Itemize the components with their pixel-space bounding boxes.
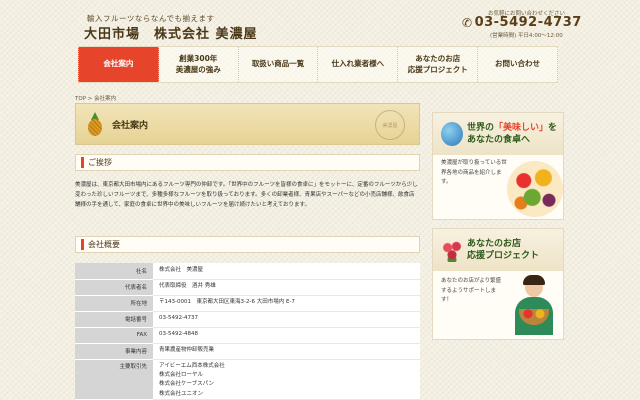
table-row: 社名 株式会社 美濃屋: [75, 263, 420, 280]
table-row: 主要取引先 アイビーエム西本株式会社 株式会社ローヤル 株式会社ケーブスパン 株…: [75, 359, 420, 400]
row-value: 株式会社 美濃屋: [153, 263, 420, 280]
nav-suppliers[interactable]: 仕入れ業者様へ: [318, 47, 399, 82]
phone-text: 03-5492-4737: [474, 15, 582, 30]
world-banner-text: 美濃屋が取り扱っている世界各地の商品を紹介します。: [441, 160, 507, 186]
fruit-platter-image: [507, 161, 563, 217]
world-banner-header: 世界の「美味しい」を あなたの食卓へ: [433, 113, 563, 155]
nav-strengths[interactable]: 創業300年 美濃屋の強み: [159, 47, 239, 82]
table-row: 所在地 〒143-0001 東京都大田区東海3-2-6 大田市場内 E-7: [75, 295, 420, 312]
support-banner-text: あなたのお店がより繁盛するようサポートします！: [441, 278, 502, 304]
sidebar-support-banner[interactable]: あなたのお店 応援プロジェクト あなたのお店がより繁盛するようサポートします！: [432, 228, 564, 340]
heading-bar: [81, 157, 84, 168]
table-row: 事業内容 青果農産物仲卸販売業: [75, 343, 420, 360]
overview-heading: 会社概要: [75, 236, 420, 253]
global-nav: 会社案内 創業300年 美濃屋の強み 取扱い商品一覧 仕入れ業者様へ あなたのお…: [78, 46, 558, 83]
breadcrumb[interactable]: TOP > 会社案内: [75, 94, 116, 102]
row-label: 社名: [75, 263, 153, 280]
sidebar-world-banner[interactable]: 世界の「美味しい」を あなたの食卓へ 美濃屋が取り扱っている世界各地の商品を紹介…: [432, 112, 564, 220]
row-label: 所在地: [75, 295, 153, 312]
stamp-icon: 美濃屋: [375, 110, 405, 140]
heading-part: 世界の: [467, 122, 495, 133]
support-banner-heading: あなたのお店 応援プロジェクト: [467, 238, 540, 261]
row-label: 電話番号: [75, 311, 153, 328]
row-label: 主要取引先: [75, 359, 153, 400]
site-header: 輸入フルーツならなんでも揃えます 大田市場 株式会社 美濃屋 お気軽にお問い合わ…: [0, 0, 640, 46]
table-row: 電話番号 03-5492-4737: [75, 311, 420, 328]
greeting-heading: ご挨拶: [75, 154, 420, 171]
table-row: FAX 03-5492-4848: [75, 327, 420, 344]
row-label: FAX: [75, 327, 153, 344]
nav-contact[interactable]: お問い合わせ: [478, 47, 558, 82]
business-hours: (営業時間) 平日4:00〜12:00: [490, 33, 563, 39]
phone-number[interactable]: ✆ 03-5492-4737: [462, 15, 582, 30]
phone-icon: ✆: [462, 15, 473, 30]
world-banner-heading: 世界の「美味しい」を あなたの食卓へ: [467, 122, 557, 146]
row-label: 代表者名: [75, 279, 153, 296]
row-value: 青果農産物仲卸販売業: [153, 343, 420, 360]
row-value-multiline: アイビーエム西本株式会社 株式会社ローヤル 株式会社ケーブスパン 株式会社ユニオ…: [153, 359, 420, 400]
nav-company-info[interactable]: 会社案内: [78, 47, 159, 82]
support-banner-header: あなたのお店 応援プロジェクト: [433, 229, 563, 271]
overview-heading-text: 会社概要: [88, 240, 120, 249]
greeting-text: 美濃屋は、東京都大田市場内にあるフルーツ専門の仲卸です。「世界中のフルーツを皆様…: [75, 182, 418, 209]
greeting-heading-text: ご挨拶: [88, 158, 112, 167]
heading-bar: [81, 239, 84, 250]
row-label: 事業内容: [75, 343, 153, 360]
row-value: 代表取締役 酒井 秀雄: [153, 279, 420, 296]
stamp-text: 美濃屋: [382, 122, 398, 129]
heading-highlight: 「美味しい」: [494, 122, 549, 133]
nav-support-project[interactable]: あなたのお店 応援プロジェクト: [398, 47, 479, 82]
globe-icon: [441, 122, 463, 146]
page-banner: 会社案内 美濃屋: [75, 103, 420, 145]
nav-products[interactable]: 取扱い商品一覧: [239, 47, 319, 82]
staff-photo: [511, 275, 557, 335]
pineapple-icon: [86, 112, 104, 136]
berry-icon: [441, 238, 463, 262]
page-title: 会社案内: [112, 120, 149, 131]
row-value: 〒143-0001 東京都大田区東海3-2-6 大田市場内 E-7: [153, 295, 420, 312]
company-overview-table: 社名 株式会社 美濃屋 代表者名 代表取締役 酒井 秀雄 所在地 〒143-00…: [75, 263, 420, 400]
table-row: 代表者名 代表取締役 酒井 秀雄: [75, 279, 420, 296]
site-title[interactable]: 大田市場 株式会社 美濃屋: [84, 23, 258, 42]
row-value: 03-5492-4737: [153, 311, 420, 328]
row-value: 03-5492-4848: [153, 327, 420, 344]
